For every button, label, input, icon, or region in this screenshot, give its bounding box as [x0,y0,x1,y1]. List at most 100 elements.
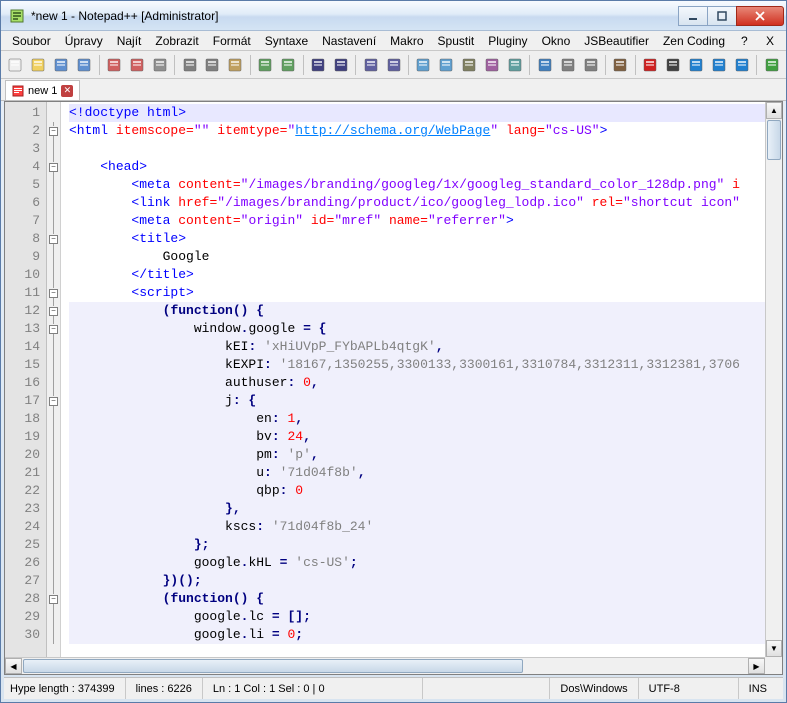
fold-toggle-icon[interactable]: − [49,289,58,298]
code-line[interactable]: <head> [69,158,778,176]
line-number[interactable]: 8 [5,230,46,248]
fold-toggle-icon[interactable]: − [49,235,58,244]
code-line[interactable]: <title> [69,230,778,248]
save-all-icon[interactable] [74,54,95,76]
fold-cell[interactable] [47,176,60,194]
menu-soubor[interactable]: Soubor [5,32,58,50]
code-line[interactable]: <html itemscope="" itemtype="http://sche… [69,122,778,140]
fold-cell[interactable]: − [47,284,60,302]
close-all-icon[interactable] [126,54,147,76]
code-line[interactable]: <script> [69,284,778,302]
fold-cell[interactable] [47,608,60,626]
tab-close-button[interactable]: ✕ [61,85,73,97]
find-icon[interactable] [308,54,329,76]
hscroll-thumb[interactable] [23,659,523,673]
line-number[interactable]: 3 [5,140,46,158]
fold-cell[interactable] [47,572,60,590]
code-line[interactable]: kEXPI: '18167,1350255,3300133,3300161,33… [69,356,778,374]
menu-naj-t[interactable]: Najít [110,32,149,50]
line-number[interactable]: 21 [5,464,46,482]
line-number[interactable]: 6 [5,194,46,212]
close-icon[interactable] [104,54,125,76]
fold-toggle-icon[interactable]: − [49,595,58,604]
code-line[interactable]: </title> [69,266,778,284]
replace-icon[interactable] [330,54,351,76]
line-number[interactable]: 22 [5,482,46,500]
fold-icon[interactable] [610,54,631,76]
fold-cell[interactable] [47,464,60,482]
line-number[interactable]: 2 [5,122,46,140]
save-icon[interactable] [51,54,72,76]
fold-cell[interactable] [47,554,60,572]
line-number[interactable]: 30 [5,626,46,644]
code-line[interactable]: kscs: '71d04f8b_24' [69,518,778,536]
fold-toggle-icon[interactable]: − [49,127,58,136]
code-line[interactable]: google.kHL = 'cs-US'; [69,554,778,572]
line-number[interactable]: 19 [5,428,46,446]
code-line[interactable]: window.google = { [69,320,778,338]
monitor-icon[interactable] [761,54,782,76]
line-number[interactable]: 23 [5,500,46,518]
code-line[interactable]: kEI: 'xHiUVpP_FYbAPLb4qtgK', [69,338,778,356]
code-line[interactable]: (function() { [69,590,778,608]
status-encoding[interactable]: UTF-8 [639,678,739,699]
fold-cell[interactable] [47,410,60,428]
fold-cell[interactable]: − [47,158,60,176]
scroll-up-button[interactable]: ▲ [766,102,782,119]
copy-icon[interactable] [202,54,223,76]
code-line[interactable]: <meta content="/images/branding/googleg/… [69,176,778,194]
fold-cell[interactable] [47,104,60,122]
play-multi-icon[interactable] [709,54,730,76]
fold-cell[interactable] [47,428,60,446]
line-number[interactable]: 18 [5,410,46,428]
fold-toggle-icon[interactable]: − [49,325,58,334]
line-number-gutter[interactable]: 1234567891011121314151617181920212223242… [5,102,47,674]
code-line[interactable]: bv: 24, [69,428,778,446]
menu-nastaven-[interactable]: Nastavení [315,32,383,50]
menu-jsbeautifier[interactable]: JSBeautifier [577,32,656,50]
record-icon[interactable] [640,54,661,76]
line-number[interactable]: 15 [5,356,46,374]
fold-cell[interactable] [47,338,60,356]
line-number[interactable]: 4 [5,158,46,176]
fold-cell[interactable]: − [47,392,60,410]
code-area[interactable]: <!doctype html><html itemscope="" itemty… [61,102,782,674]
line-number[interactable]: 13 [5,320,46,338]
fold-cell[interactable] [47,482,60,500]
code-line[interactable] [69,140,778,158]
menu-okno[interactable]: Okno [535,32,578,50]
line-number[interactable]: 26 [5,554,46,572]
save-macro-icon[interactable] [731,54,752,76]
scroll-right-button[interactable]: ▶ [748,658,765,674]
fold-cell[interactable] [47,140,60,158]
menu--pravy[interactable]: Úpravy [58,32,110,50]
menu-spustit[interactable]: Spustit [431,32,482,50]
line-number[interactable]: 17 [5,392,46,410]
fold-cell[interactable] [47,374,60,392]
zoom-in-icon[interactable] [360,54,381,76]
line-number[interactable]: 1 [5,104,46,122]
func-list-icon[interactable] [580,54,601,76]
line-number[interactable]: 29 [5,608,46,626]
menu-zen-coding[interactable]: Zen Coding [656,32,732,50]
fold-cell[interactable] [47,212,60,230]
code-line[interactable]: })(); [69,572,778,590]
indent-icon[interactable] [505,54,526,76]
scroll-left-button[interactable]: ◀ [5,658,22,674]
menu-syntaxe[interactable]: Syntaxe [258,32,315,50]
code-line[interactable]: pm: 'p', [69,446,778,464]
chars-icon[interactable] [482,54,503,76]
line-number[interactable]: 27 [5,572,46,590]
line-number[interactable]: 7 [5,212,46,230]
minimize-button[interactable] [678,6,708,26]
titlebar[interactable]: *new 1 - Notepad++ [Administrator] [1,1,786,31]
line-number[interactable]: 11 [5,284,46,302]
horizontal-scrollbar[interactable]: ◀ ▶ [5,657,765,674]
code-line[interactable]: j: { [69,392,778,410]
close-window-button[interactable] [736,6,784,26]
fold-toggle-icon[interactable]: − [49,163,58,172]
code-line[interactable]: google.li = 0; [69,626,778,644]
menu-zobrazit[interactable]: Zobrazit [148,32,205,50]
fold-cell[interactable]: − [47,230,60,248]
code-line[interactable]: <meta content="origin" id="mref" name="r… [69,212,778,230]
